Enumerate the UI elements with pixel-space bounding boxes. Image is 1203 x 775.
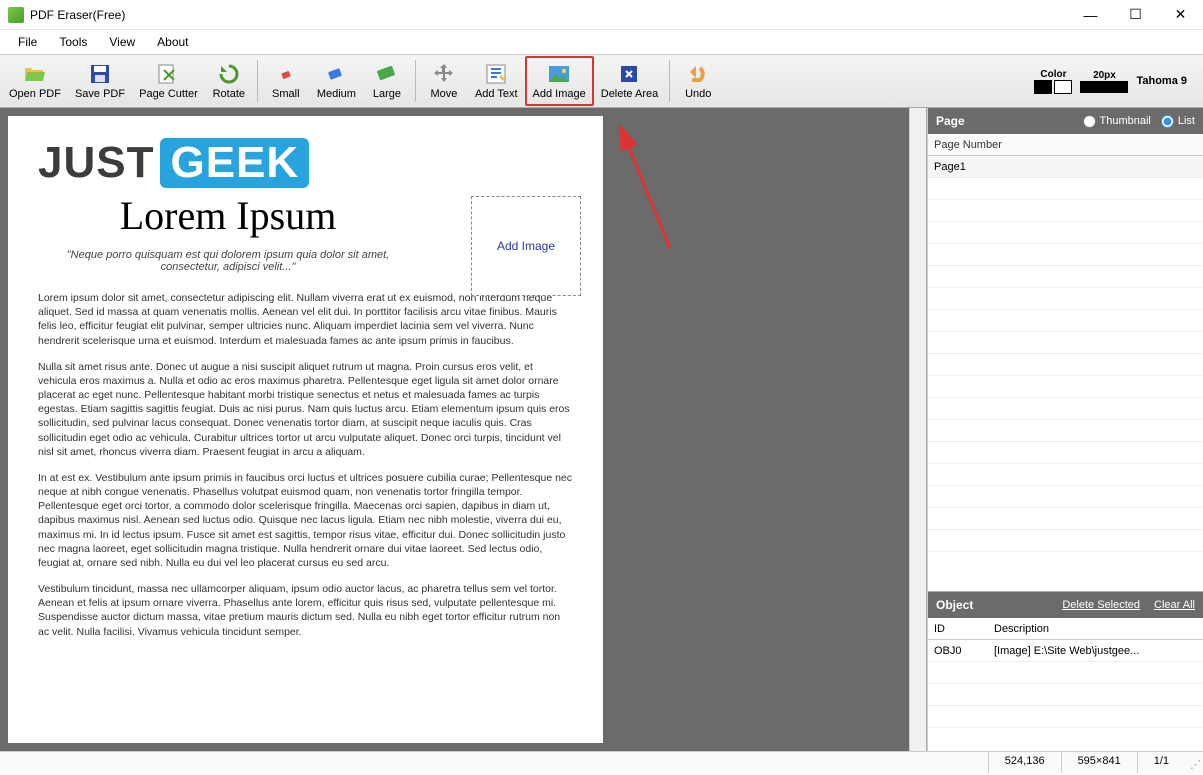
delete-selected-link[interactable]: Delete Selected	[1062, 599, 1140, 611]
floppy-icon	[88, 62, 112, 86]
save-pdf-button[interactable]: Save PDF	[68, 56, 132, 106]
status-coords: 524,136	[988, 752, 1061, 773]
page-list[interactable]: Page1	[928, 156, 1203, 591]
menu-about[interactable]: About	[147, 33, 198, 51]
eraser-medium-icon	[324, 62, 348, 86]
add-image-button[interactable]: Add Image	[525, 56, 594, 106]
move-button[interactable]: Move	[420, 56, 468, 106]
color-picker[interactable]: Color	[1034, 69, 1072, 94]
folder-open-icon	[23, 62, 47, 86]
open-pdf-button[interactable]: Open PDF	[2, 56, 68, 106]
move-icon	[432, 62, 456, 86]
minimize-button[interactable]: —	[1068, 0, 1113, 30]
page-list-header: Page Number	[928, 134, 1203, 156]
rotate-button[interactable]: Rotate	[205, 56, 253, 106]
titlebar: PDF Eraser(Free) — ☐ ✕	[0, 0, 1203, 30]
page-panel-header: Page Thumbnail List	[928, 108, 1203, 134]
eraser-small-button[interactable]: Small	[262, 56, 310, 106]
menu-file[interactable]: File	[8, 33, 47, 51]
add-text-button[interactable]: Add Text	[468, 56, 525, 106]
eraser-small-icon	[274, 62, 298, 86]
object-panel-header: Object Delete Selected Clear All	[928, 592, 1203, 618]
delete-area-button[interactable]: Delete Area	[594, 56, 665, 106]
eraser-medium-button[interactable]: Medium	[310, 56, 363, 106]
color-swatch-white[interactable]	[1054, 80, 1072, 94]
add-image-placeholder[interactable]: Add Image	[471, 196, 581, 296]
close-button[interactable]: ✕	[1158, 0, 1203, 30]
object-table[interactable]: ID Description OBJ0 [Image] E:\Site Web\…	[928, 618, 1203, 751]
view-thumbnail-radio[interactable]: Thumbnail	[1083, 115, 1151, 128]
font-selector[interactable]: Tahoma 9	[1136, 75, 1187, 87]
status-dimensions: 595×841	[1061, 752, 1137, 773]
pdf-page[interactable]: JUST GEEK Lorem Ipsum "Neque porro quisq…	[8, 116, 603, 743]
toolbar: Open PDF Save PDF Page Cutter Rotate Sma…	[0, 54, 1203, 108]
document-viewport[interactable]: JUST GEEK Lorem Ipsum "Neque porro quisq…	[0, 108, 927, 751]
rotate-icon	[217, 62, 241, 86]
separator	[257, 60, 258, 102]
status-page: 1/1	[1137, 752, 1185, 773]
brush-preview	[1080, 81, 1128, 93]
color-swatch-black[interactable]	[1034, 80, 1052, 94]
logo: JUST GEEK	[38, 138, 573, 188]
delete-area-icon	[617, 62, 641, 86]
statusbar: 524,136 595×841 1/1 ⋰	[0, 751, 1203, 773]
page-quote: "Neque porro quisquam est qui dolorem ip…	[38, 249, 418, 273]
undo-icon	[686, 62, 710, 86]
menubar: File Tools View About	[0, 30, 1203, 54]
resize-grip[interactable]: ⋰	[1185, 752, 1203, 773]
vertical-scrollbar[interactable]	[909, 108, 926, 751]
separator	[415, 60, 416, 102]
text-icon	[484, 62, 508, 86]
maximize-button[interactable]: ☐	[1113, 0, 1158, 30]
menu-tools[interactable]: Tools	[49, 33, 97, 51]
page-heading: Lorem Ipsum	[38, 192, 418, 239]
body-text: Lorem ipsum dolor sit amet, consectetur …	[38, 291, 573, 639]
window-title: PDF Eraser(Free)	[30, 8, 1068, 22]
separator	[669, 60, 670, 102]
view-list-radio[interactable]: List	[1161, 115, 1195, 128]
undo-button[interactable]: Undo	[674, 56, 722, 106]
eraser-large-icon	[375, 62, 399, 86]
eraser-large-button[interactable]: Large	[363, 56, 411, 106]
page-cutter-button[interactable]: Page Cutter	[132, 56, 205, 106]
page-row[interactable]: Page1	[928, 156, 1203, 178]
clear-all-link[interactable]: Clear All	[1154, 599, 1195, 611]
menu-view[interactable]: View	[99, 33, 145, 51]
app-icon	[8, 7, 24, 23]
scissors-icon	[156, 62, 180, 86]
object-row[interactable]: OBJ0 [Image] E:\Site Web\justgee...	[928, 640, 1203, 662]
brush-size[interactable]: 20px	[1080, 70, 1128, 93]
image-icon	[547, 62, 571, 86]
